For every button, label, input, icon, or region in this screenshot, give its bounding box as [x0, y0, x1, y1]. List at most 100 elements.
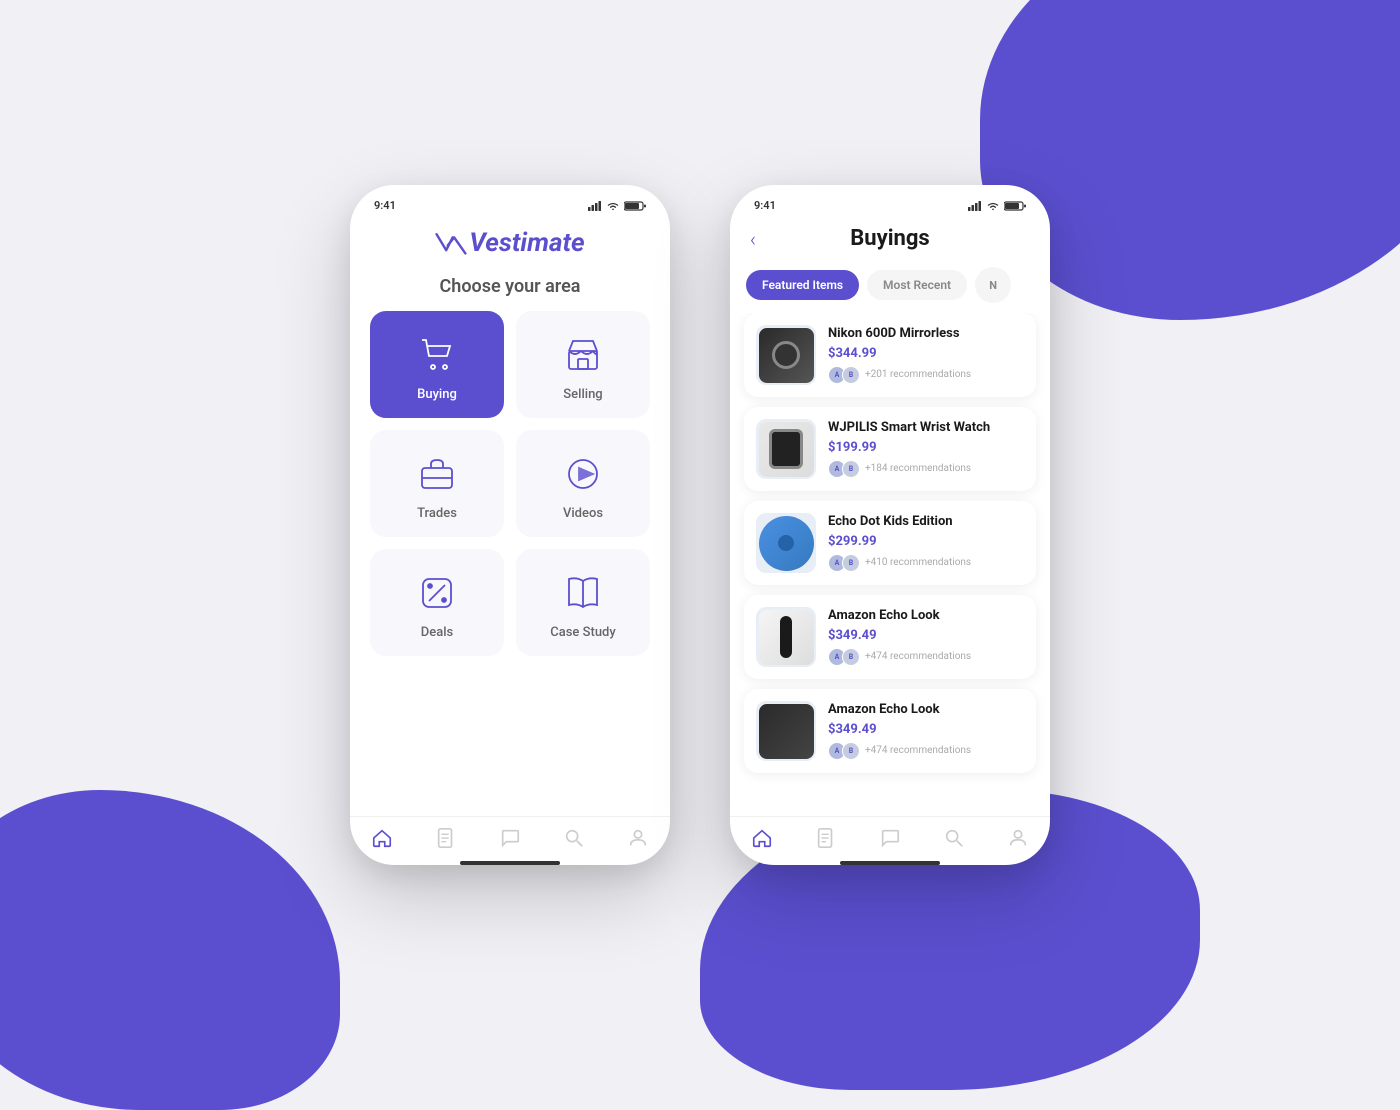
item-img-echo-dot	[756, 513, 816, 573]
status-icons-home	[588, 201, 646, 211]
item-name-echo-dot: Echo Dot Kids Edition	[828, 514, 1024, 531]
item-info-echo-dot: Echo Dot Kids Edition $299.99 A B +410 r…	[828, 514, 1024, 572]
status-icons-buyings	[968, 201, 1026, 211]
watch-image	[759, 422, 814, 477]
store-icon	[561, 333, 605, 377]
briefcase-icon	[415, 452, 459, 496]
item-card-echo-look-2[interactable]: Amazon Echo Look $349.49 A B +474 recomm…	[744, 689, 1036, 773]
book-icon	[561, 571, 605, 615]
grid-label-selling: Selling	[563, 387, 602, 402]
home-indicator	[460, 861, 560, 865]
buyings-header: ‹ Buyings	[730, 212, 1050, 261]
avatar-2: B	[842, 460, 860, 478]
item-img-nikon	[756, 325, 816, 385]
grid-label-deals: Deals	[421, 625, 453, 640]
phone-buyings: 9:41	[730, 185, 1050, 865]
wifi-icon-home	[606, 201, 620, 211]
home-indicator-buyings	[840, 861, 940, 865]
nav-home-search[interactable]	[563, 827, 585, 849]
item-recs-echo-look-1: A B +474 recommendations	[828, 648, 1024, 666]
item-card-watch[interactable]: WJPILIS Smart Wrist Watch $199.99 A B +1…	[744, 407, 1036, 491]
item-info-nikon: Nikon 600D Mirrorless $344.99 A B +201 r…	[828, 326, 1024, 384]
play-icon	[561, 452, 605, 496]
item-price-nikon: $344.99	[828, 346, 1024, 361]
grid-item-selling[interactable]: Selling	[516, 311, 650, 418]
buyings-title: Buyings	[850, 226, 929, 251]
tab-featured-items[interactable]: Featured Items	[746, 270, 859, 300]
battery-icon-home	[624, 201, 646, 211]
item-info-watch: WJPILIS Smart Wrist Watch $199.99 A B +1…	[828, 420, 1024, 478]
tab-more[interactable]: N	[975, 267, 1011, 303]
grid-label-trades: Trades	[417, 506, 457, 521]
avatar-2: B	[842, 554, 860, 572]
echo-look-image-1	[759, 610, 814, 665]
signal-icon-home	[588, 201, 602, 211]
item-name-echo-look-2: Amazon Echo Look	[828, 702, 1024, 719]
nav-buyings-home[interactable]	[751, 827, 773, 849]
bottom-nav-buyings	[730, 816, 1050, 855]
tab-most-recent[interactable]: Most Recent	[867, 270, 967, 300]
phone-home-content: Vestimate Choose your area Buying	[350, 212, 670, 865]
grid-item-trades[interactable]: Trades	[370, 430, 504, 537]
nav-home-profile[interactable]	[627, 827, 649, 849]
item-recs-echo-look-2: A B +474 recommendations	[828, 742, 1024, 760]
choose-area-title: Choose your area	[350, 268, 670, 311]
rec-text-echo-look-1: +474 recommendations	[865, 651, 971, 662]
item-recs-watch: A B +184 recommendations	[828, 460, 1024, 478]
avatars-echo-look-2: A B	[828, 742, 860, 760]
item-img-echo-look-2	[756, 701, 816, 761]
vestimate-logo: Vestimate	[350, 228, 670, 258]
item-price-echo-look-2: $349.49	[828, 722, 1024, 737]
status-bar-home: 9:41	[350, 185, 670, 212]
battery-icon-buyings	[1004, 201, 1026, 211]
phones-container: 9:41	[0, 0, 1400, 1050]
rec-text-nikon: +201 recommendations	[865, 369, 971, 380]
echo-dot-image	[759, 516, 814, 571]
signal-icon-buyings	[968, 201, 982, 211]
bottom-nav-home	[350, 816, 670, 855]
grid-label-case-study: Case Study	[550, 625, 616, 640]
item-card-echo-dot[interactable]: Echo Dot Kids Edition $299.99 A B +410 r…	[744, 501, 1036, 585]
echo-look-image-2	[759, 704, 814, 759]
nav-buyings-document[interactable]	[815, 827, 837, 849]
camera-image	[759, 328, 814, 383]
time-home: 9:41	[374, 199, 396, 212]
nav-home-home[interactable]	[371, 827, 393, 849]
grid-label-buying: Buying	[417, 387, 457, 402]
grid-label-videos: Videos	[563, 506, 603, 521]
rec-text-watch: +184 recommendations	[865, 463, 971, 474]
avatar-2: B	[842, 366, 860, 384]
item-info-echo-look-1: Amazon Echo Look $349.49 A B +474 recomm…	[828, 608, 1024, 666]
grid-item-case-study[interactable]: Case Study	[516, 549, 650, 656]
grid-item-deals[interactable]: Deals	[370, 549, 504, 656]
grid-item-videos[interactable]: Videos	[516, 430, 650, 537]
nav-buyings-chat[interactable]	[879, 827, 901, 849]
back-button[interactable]: ‹	[750, 227, 756, 251]
avatar-2: B	[842, 742, 860, 760]
avatars-watch: A B	[828, 460, 860, 478]
nav-home-document[interactable]	[435, 827, 457, 849]
time-buyings: 9:41	[754, 199, 776, 212]
item-recs-echo-dot: A B +410 recommendations	[828, 554, 1024, 572]
item-img-watch	[756, 419, 816, 479]
rec-text-echo-look-2: +474 recommendations	[865, 745, 971, 756]
nav-home-chat[interactable]	[499, 827, 521, 849]
avatar-2: B	[842, 648, 860, 666]
item-name-nikon: Nikon 600D Mirrorless	[828, 326, 1024, 343]
avatars-nikon: A B	[828, 366, 860, 384]
item-img-echo-look-1	[756, 607, 816, 667]
item-name-echo-look-1: Amazon Echo Look	[828, 608, 1024, 625]
phone-home: 9:41	[350, 185, 670, 865]
nav-buyings-search[interactable]	[943, 827, 965, 849]
logo-v-icon	[435, 231, 467, 255]
grid-item-buying[interactable]: Buying	[370, 311, 504, 418]
item-price-watch: $199.99	[828, 440, 1024, 455]
item-card-echo-look-1[interactable]: Amazon Echo Look $349.49 A B +474 recomm…	[744, 595, 1036, 679]
avatars-echo-dot: A B	[828, 554, 860, 572]
items-list: Nikon 600D Mirrorless $344.99 A B +201 r…	[730, 313, 1050, 816]
nav-buyings-profile[interactable]	[1007, 827, 1029, 849]
tabs-row: Featured Items Most Recent N	[730, 261, 1050, 313]
item-card-nikon[interactable]: Nikon 600D Mirrorless $344.99 A B +201 r…	[744, 313, 1036, 397]
item-name-watch: WJPILIS Smart Wrist Watch	[828, 420, 1024, 437]
wifi-icon-buyings	[986, 201, 1000, 211]
